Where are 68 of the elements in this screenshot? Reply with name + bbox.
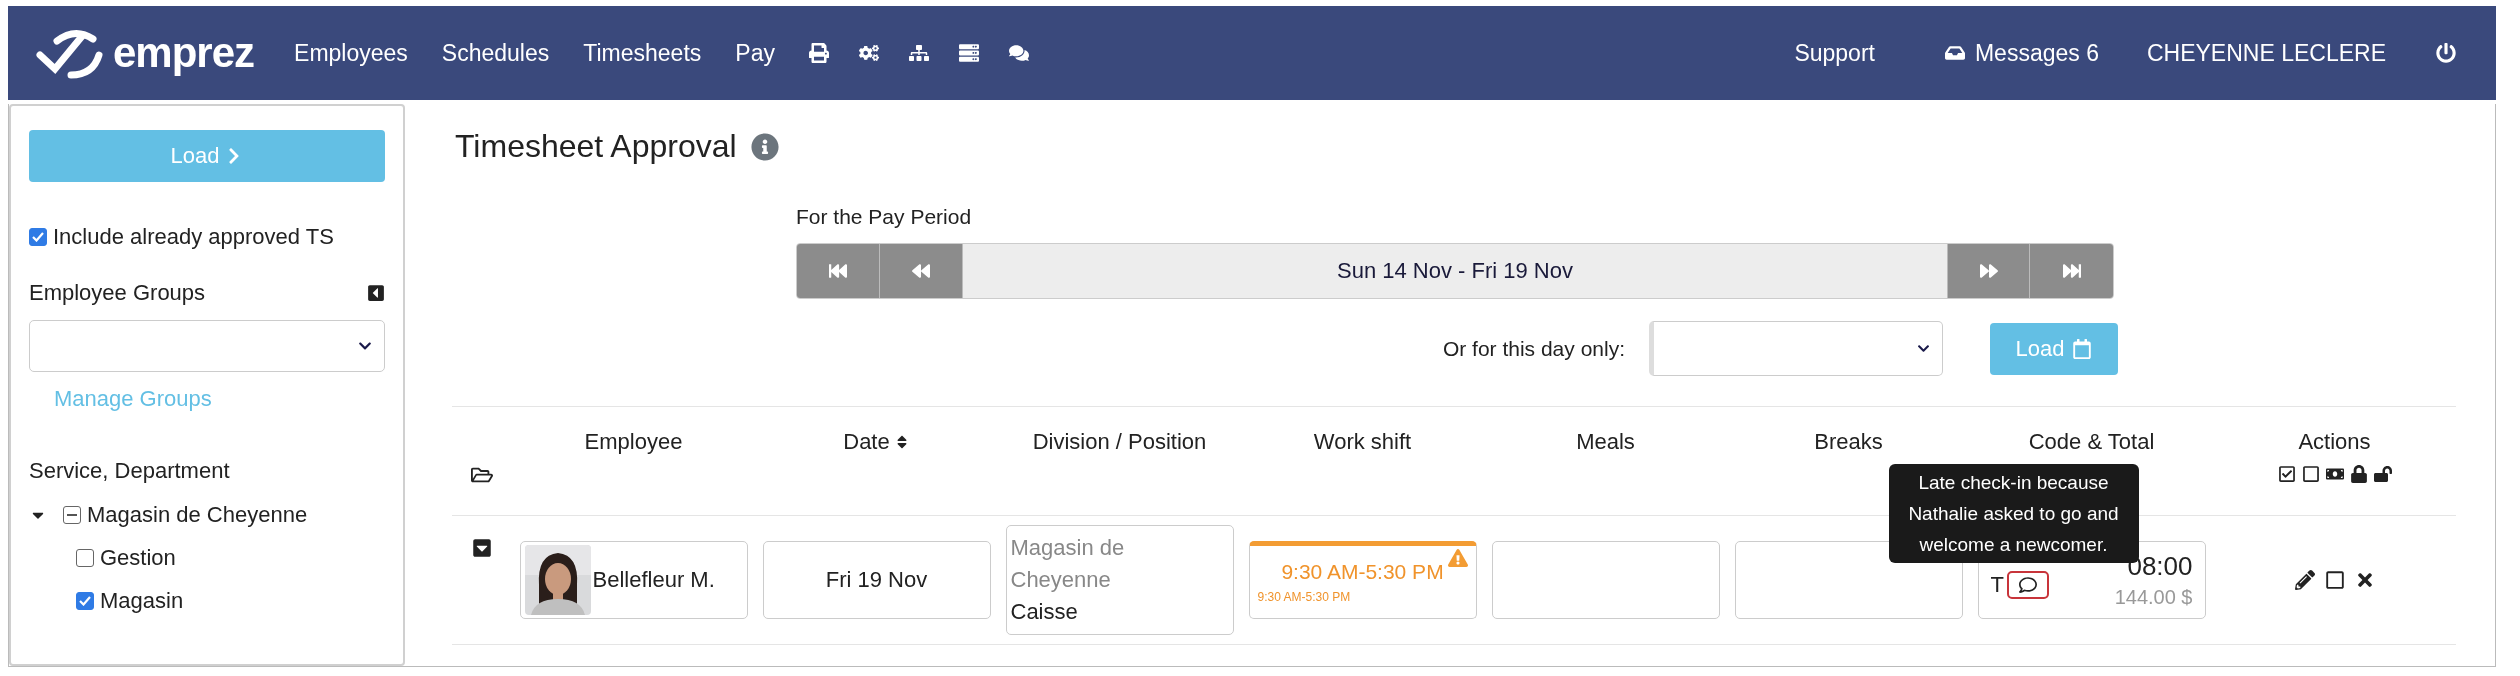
approve-checkbox[interactable] [2324,570,2345,590]
column-header[interactable]: Date [843,429,910,455]
checkbox-label: Include already approved TS [53,224,334,250]
actual-shift: 9:30 AM-5:30 PM [1257,590,1352,604]
row-toggle-icon[interactable] [472,538,492,558]
fast-forward-icon [2062,262,2081,280]
messages-link[interactable]: Messages 6 [1974,39,2099,67]
section-label: Service, Department [29,458,231,484]
checkbox[interactable] [63,506,81,524]
chat-icon[interactable] [1008,43,1029,63]
next-period-button[interactable] [1947,244,2030,298]
collapse-icon[interactable] [367,284,385,302]
unlock-icon[interactable] [2373,465,2392,483]
inbox-icon[interactable] [1944,43,1965,63]
nav-link[interactable]: Schedules [441,39,550,67]
server-icon[interactable] [958,43,979,63]
checkbox[interactable] [76,592,94,610]
section-label: Employee Groups [29,280,206,306]
comment-button[interactable] [2006,571,2049,599]
planned-shift: 9:30 AM-5:30 PM [1280,560,1445,584]
logo-text: emprez [113,29,255,77]
user-name-link[interactable]: CHEYENNE LECLERE [2146,39,2386,67]
day-only-label: Or for this day only: [1442,336,1625,361]
checkbox[interactable] [29,228,47,246]
support-link[interactable]: Support [1794,39,1875,67]
column-header: Employee [584,429,683,455]
nav-link[interactable]: Employees [294,39,408,67]
employee-name: Bellefleur M. [592,567,715,593]
comment-tooltip: Late check-in because Nathalie asked to go and welcome a newcomer. [1888,464,2139,563]
sitemap-icon[interactable] [908,43,929,63]
checkbox[interactable] [76,549,94,567]
code-text: T [1990,572,2004,598]
edit-icon[interactable] [2294,570,2315,590]
tree-item-label[interactable]: Magasin de Cheyenne [87,502,308,528]
first-period-button[interactable] [797,244,880,298]
lock-icon[interactable] [2349,465,2368,483]
tree-item-label[interactable]: Magasin [100,588,184,614]
position-text: Caisse [1009,598,1079,626]
column-header: Meals [1576,429,1635,455]
date-text: Fri 19 Nov [825,567,928,593]
column-header: Code & Total [2028,429,2155,455]
print-icon[interactable] [808,43,829,63]
info-icon[interactable] [750,132,779,161]
period-range: Sun 14 Nov - Fri 19 Nov [1336,258,1574,284]
nav-link[interactable]: Pay [735,39,775,67]
page-title: Timesheet Approval [455,128,737,165]
column-header: Actions [2298,429,2371,455]
division-text: Magasin de Cheyenne [1009,534,1126,594]
fast-backward-icon [829,262,847,280]
meals-field[interactable] [1491,541,1720,619]
comment-icon [2018,576,2037,594]
calendar-icon [2072,338,2093,359]
column-header: Division / Position [1032,429,1207,455]
nav-link[interactable]: Timesheets [583,39,702,67]
forward-icon [1979,262,1998,280]
chevron-down-icon [1917,342,1930,355]
backward-icon [912,262,930,280]
tree-item-label[interactable]: Gestion [100,545,176,571]
empty-box-icon[interactable] [2301,465,2320,483]
column-header: Breaks [1814,429,1883,455]
checked-box-icon[interactable] [2277,465,2296,483]
previous-period-button[interactable] [880,244,963,298]
amount-text: 144.00 $ [2114,586,2193,609]
last-period-button[interactable] [2030,244,2113,298]
period-label: For the Pay Period [796,205,973,229]
column-header: Work shift [1313,429,1412,455]
power-icon[interactable] [2436,43,2456,63]
gears-icon[interactable] [858,43,879,63]
